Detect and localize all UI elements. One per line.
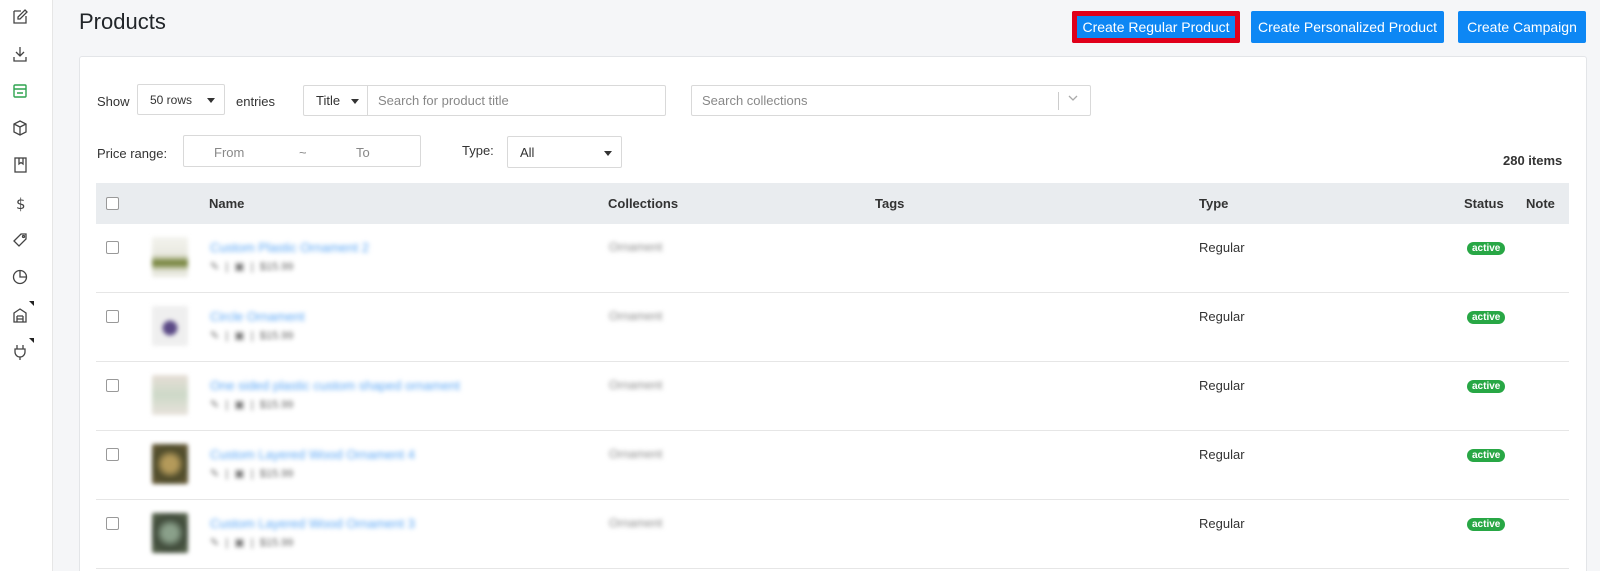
items-count: 280 items: [1503, 153, 1563, 168]
type-select[interactable]: All: [507, 136, 622, 168]
tag-icon[interactable]: [11, 231, 29, 249]
status-badge: active: [1467, 518, 1506, 531]
create-campaign-button[interactable]: Create Campaign: [1458, 11, 1586, 43]
warehouse-icon[interactable]: [11, 306, 29, 324]
status-badge: active: [1467, 242, 1506, 255]
product-thumbnail[interactable]: [152, 306, 188, 346]
status-badge: active: [1467, 311, 1506, 324]
product-thumbnail[interactable]: [152, 513, 188, 553]
table-row[interactable]: One sided plastic custom shaped ornament…: [96, 363, 1569, 431]
collections-placeholder: Search collections: [702, 93, 808, 108]
table-row[interactable]: Custom Layered Wood Ornament 4 ✎ | ▣ | $…: [96, 432, 1569, 500]
product-thumbnail[interactable]: [152, 237, 188, 277]
store-icon[interactable]: [11, 82, 29, 100]
column-header-type: Type: [1199, 196, 1229, 211]
search-field-select[interactable]: Title: [303, 85, 368, 116]
product-collection: Ornament: [609, 378, 663, 392]
status-badge: active: [1467, 449, 1506, 462]
row-checkbox[interactable]: [106, 241, 119, 254]
product-title-search-input[interactable]: Search for product title: [367, 85, 666, 116]
submenu-indicator: [29, 338, 34, 343]
box-icon[interactable]: [11, 119, 29, 137]
price-range-separator: ~: [299, 145, 307, 160]
page-title: Products: [79, 9, 166, 34]
price-range-input[interactable]: From ~ To: [183, 135, 421, 167]
product-type: Regular: [1199, 309, 1245, 324]
download-icon[interactable]: [11, 45, 29, 63]
product-thumbnail[interactable]: [152, 444, 188, 484]
product-collection: Ornament: [609, 309, 663, 323]
search-field-value: Title: [316, 93, 341, 108]
column-header-name[interactable]: Name: [209, 196, 244, 211]
row-checkbox[interactable]: [106, 310, 119, 323]
product-type: Regular: [1199, 240, 1245, 255]
product-collection: Ornament: [609, 240, 663, 254]
chevron-down-icon: [1066, 91, 1080, 108]
row-checkbox[interactable]: [106, 517, 119, 530]
chevron-down-icon: [351, 99, 359, 104]
create-personalized-product-button[interactable]: Create Personalized Product: [1251, 11, 1444, 43]
select-divider: [1058, 92, 1059, 110]
entries-label: entries: [236, 94, 276, 109]
select-all-checkbox[interactable]: [106, 197, 119, 210]
column-header-note: Note: [1526, 196, 1555, 211]
product-meta: ✎ | ▣ | $15.99: [210, 537, 294, 549]
column-header-tags: Tags: [875, 196, 905, 211]
type-label: Type:: [462, 143, 494, 158]
table-row[interactable]: Custom Plastic Ornament 2 ✎ | ▣ | $15.99…: [96, 225, 1569, 293]
collections-search-select[interactable]: Search collections: [691, 85, 1091, 116]
product-collection: Ornament: [609, 516, 663, 530]
rows-per-page-value: 50 rows: [150, 92, 193, 107]
column-header-collections: Collections: [608, 196, 679, 211]
book-icon[interactable]: [11, 156, 29, 174]
product-thumbnail[interactable]: [152, 375, 188, 415]
product-meta: ✎ | ▣ | $15.99: [210, 468, 294, 480]
product-name-link[interactable]: Custom Layered Wood Ornament 4: [210, 447, 415, 462]
edit-icon[interactable]: [11, 8, 29, 26]
product-type: Regular: [1199, 516, 1245, 531]
price-range-label: Price range:: [97, 146, 168, 161]
row-checkbox[interactable]: [106, 379, 119, 392]
svg-text:$: $: [16, 195, 26, 212]
sidebar: $: [0, 0, 53, 571]
product-name-link[interactable]: Custom Layered Wood Ornament 3: [210, 516, 415, 531]
dollar-icon[interactable]: $: [11, 194, 29, 212]
table-row[interactable]: Custom Layered Wood Ornament 3 ✎ | ▣ | $…: [96, 501, 1569, 569]
row-checkbox[interactable]: [106, 448, 119, 461]
product-collection: Ornament: [609, 447, 663, 461]
product-meta: ✎ | ▣ | $15.99: [210, 261, 294, 273]
product-name-link[interactable]: Circle Ornament: [210, 309, 305, 324]
product-meta: ✎ | ▣ | $15.99: [210, 399, 294, 411]
table-header: Name Collections Tags Type Status Note: [96, 183, 1569, 224]
plug-icon[interactable]: [11, 343, 29, 361]
chevron-down-icon: [604, 151, 612, 156]
search-placeholder: Search for product title: [378, 93, 509, 108]
create-regular-product-button[interactable]: Create Regular Product: [1072, 11, 1240, 43]
product-name-link[interactable]: Custom Plastic Ornament 2: [210, 240, 369, 255]
status-badge: active: [1467, 380, 1506, 393]
product-meta: ✎ | ▣ | $15.99: [210, 330, 294, 342]
product-type: Regular: [1199, 378, 1245, 393]
submenu-indicator: [29, 301, 34, 306]
price-to-input[interactable]: To: [356, 145, 370, 160]
chart-pie-icon[interactable]: [11, 268, 29, 286]
product-name-link[interactable]: One sided plastic custom shaped ornament: [210, 378, 460, 393]
table-row[interactable]: Circle Ornament ✎ | ▣ | $15.99 Ornament …: [96, 294, 1569, 362]
type-select-value: All: [520, 144, 535, 160]
show-label: Show: [97, 94, 130, 109]
rows-per-page-select[interactable]: 50 rows: [137, 84, 225, 115]
product-type: Regular: [1199, 447, 1245, 462]
price-from-input[interactable]: From: [214, 145, 244, 160]
chevron-down-icon: [207, 98, 215, 103]
column-header-status: Status: [1464, 196, 1504, 211]
